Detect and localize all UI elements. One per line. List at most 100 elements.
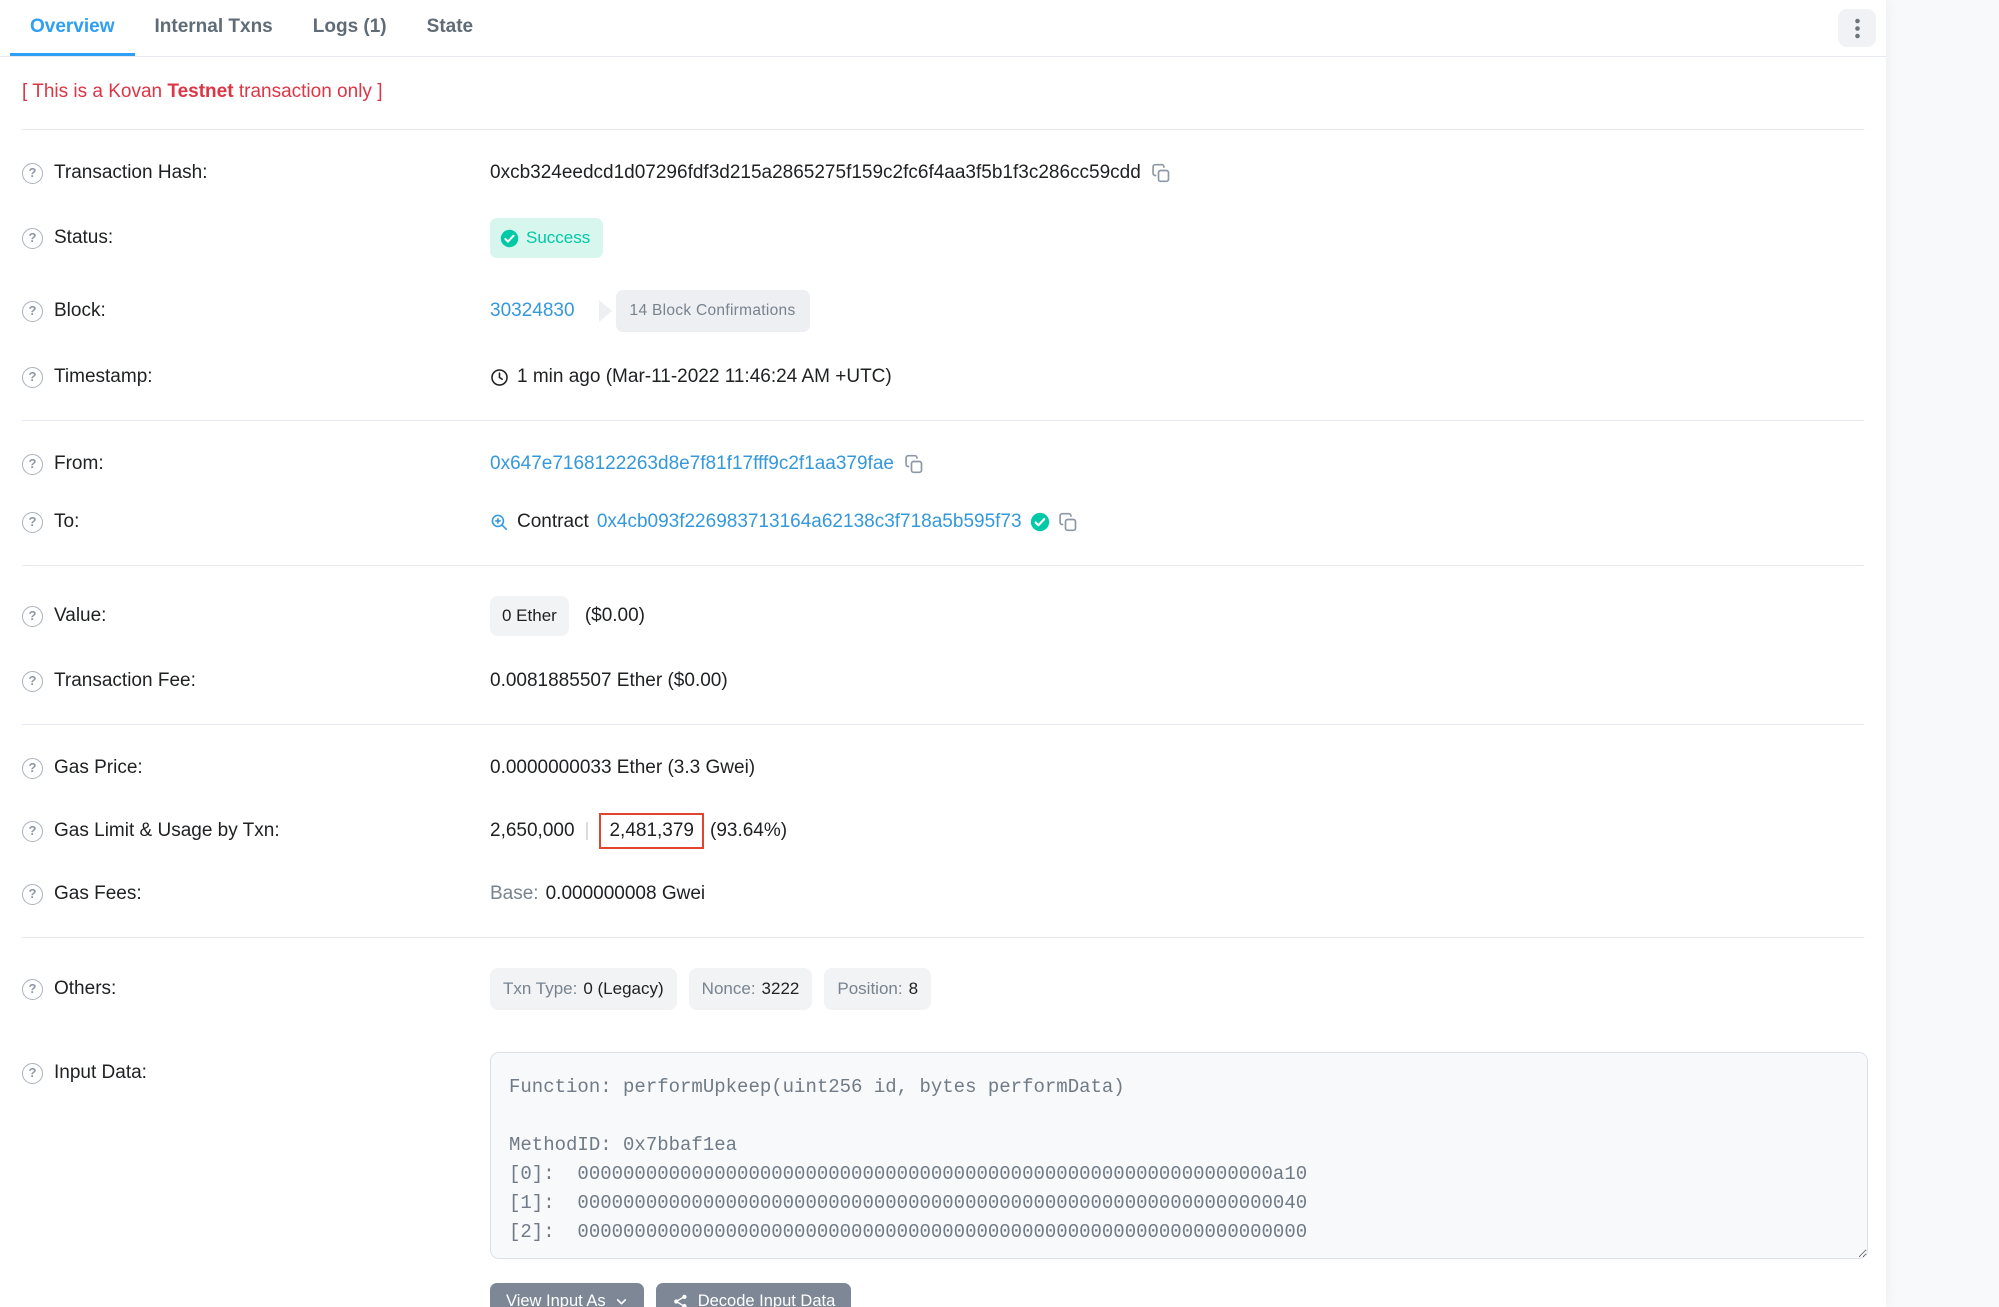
- tab-overview[interactable]: Overview: [10, 0, 135, 56]
- block-confirmations-badge: 14 Block Confirmations: [599, 290, 810, 332]
- gas-limit-value: 2,650,000: [490, 818, 575, 844]
- status-badge-text: Success: [526, 225, 590, 251]
- row-from: ? From: 0x647e7168122263d8e7f81f17fff9c2…: [22, 435, 1864, 493]
- tab-internal-txns-label: Internal Txns: [155, 16, 273, 38]
- transaction-hash-label: ? Transaction Hash:: [22, 160, 490, 186]
- magnifier-plus-icon[interactable]: [490, 513, 509, 532]
- help-icon[interactable]: ?: [22, 367, 43, 388]
- gas-fees-base-label: Base:: [490, 881, 539, 907]
- input-data-label-text: Input Data:: [54, 1060, 147, 1086]
- ether-value-pill: 0 Ether: [490, 596, 569, 636]
- value-usd: ($0.00): [585, 603, 645, 629]
- row-gas-limit: ? Gas Limit & Usage by Txn: 2,650,000 | …: [22, 797, 1864, 865]
- clock-icon: [490, 368, 509, 387]
- block-label-text: Block:: [54, 298, 106, 324]
- gas-limit-label-text: Gas Limit & Usage by Txn:: [54, 818, 280, 844]
- help-icon[interactable]: ?: [22, 979, 43, 1000]
- status-label: ? Status:: [22, 225, 490, 251]
- from-label-text: From:: [54, 451, 104, 477]
- input-data-label: ? Input Data:: [22, 1060, 490, 1086]
- help-icon[interactable]: ?: [22, 454, 43, 475]
- input-data-textarea[interactable]: Function: performUpkeep(uint256 id, byte…: [490, 1052, 1868, 1259]
- position-key: Position:: [837, 976, 902, 1002]
- help-icon[interactable]: ?: [22, 301, 43, 322]
- transaction-hash-label-text: Transaction Hash:: [54, 160, 207, 186]
- transaction-fee-label-text: Transaction Fee:: [54, 668, 196, 694]
- txn-type-key: Txn Type:: [503, 976, 577, 1002]
- transaction-fee-label: ? Transaction Fee:: [22, 668, 490, 694]
- row-others: ? Others: Txn Type:0 (Legacy) Nonce:3222…: [22, 952, 1864, 1026]
- status-label-text: Status:: [54, 225, 113, 251]
- help-icon[interactable]: ?: [22, 163, 43, 184]
- notice-bold: Testnet: [167, 81, 233, 102]
- to-address-link[interactable]: 0x4cb093f226983713164a62138c3f718a5b595f…: [597, 509, 1022, 535]
- help-icon[interactable]: ?: [22, 606, 43, 627]
- row-transaction-hash: ? Transaction Hash: 0xcb324eedcd1d07296f…: [22, 144, 1864, 202]
- help-icon[interactable]: ?: [22, 884, 43, 905]
- help-icon[interactable]: ?: [22, 512, 43, 533]
- block-number-link[interactable]: 30324830: [490, 298, 575, 324]
- gas-limit-separator: |: [585, 818, 590, 844]
- tab-overview-label: Overview: [30, 16, 115, 38]
- copy-icon: [1151, 163, 1171, 183]
- section-divider: [22, 937, 1864, 938]
- decode-input-data-button[interactable]: Decode Input Data: [656, 1283, 852, 1307]
- testnet-notice: [ This is a Kovan Testnet transaction on…: [0, 57, 1886, 129]
- tab-state[interactable]: State: [407, 0, 493, 56]
- gas-price-label-text: Gas Price:: [54, 755, 143, 781]
- help-icon[interactable]: ?: [22, 671, 43, 692]
- timestamp-value: 1 min ago (Mar-11-2022 11:46:24 AM +UTC): [517, 364, 892, 390]
- gas-used-highlight-box: 2,481,379: [599, 813, 704, 849]
- position-value: 8: [909, 976, 918, 1002]
- timestamp-label-text: Timestamp:: [54, 364, 153, 390]
- others-label-text: Others:: [54, 976, 116, 1002]
- copy-from-address-button[interactable]: [904, 454, 924, 474]
- help-icon[interactable]: ?: [22, 228, 43, 249]
- section-divider: [22, 420, 1864, 421]
- transaction-fee-value: 0.0081885507 Ether ($0.00): [490, 668, 728, 694]
- more-options-button[interactable]: [1838, 9, 1876, 47]
- tab-logs-label: Logs (1): [313, 16, 387, 38]
- row-block: ? Block: 30324830 14 Block Confirmations: [22, 274, 1864, 348]
- transaction-details-card: Overview Internal Txns Logs (1) State [ …: [0, 0, 1886, 1307]
- help-icon[interactable]: ?: [22, 758, 43, 779]
- value-label: ? Value:: [22, 603, 490, 629]
- input-data-actions: View Input As Decode Input Data: [490, 1283, 1868, 1307]
- nonce-pill: Nonce:3222: [689, 968, 813, 1010]
- tab-internal-txns[interactable]: Internal Txns: [135, 0, 293, 56]
- nonce-value: 3222: [762, 976, 800, 1002]
- txn-type-pill: Txn Type:0 (Legacy): [490, 968, 677, 1010]
- nonce-key: Nonce:: [702, 976, 756, 1002]
- chevron-down-icon: [615, 1295, 628, 1307]
- to-label: ? To:: [22, 509, 490, 535]
- decode-label: Decode Input Data: [698, 1292, 836, 1307]
- kebab-icon: [1855, 18, 1860, 39]
- help-icon[interactable]: ?: [22, 821, 43, 842]
- gas-limit-label: ? Gas Limit & Usage by Txn:: [22, 818, 490, 844]
- row-to: ? To: Contract 0x4cb093f226983713164a621…: [22, 493, 1864, 551]
- view-input-as-label: View Input As: [506, 1292, 606, 1307]
- tab-bar: Overview Internal Txns Logs (1) State: [0, 0, 1886, 57]
- transaction-hash-value: 0xcb324eedcd1d07296fdf3d215a2865275f159c…: [490, 160, 1141, 186]
- row-status: ? Status: Success: [22, 202, 1864, 274]
- gas-used-percent: (93.64%): [710, 818, 787, 844]
- view-input-as-button[interactable]: View Input As: [490, 1283, 644, 1307]
- section-divider: [22, 565, 1864, 566]
- verified-check-icon: [1030, 512, 1050, 532]
- row-gas-fees: ? Gas Fees: Base: 0.000000008 Gwei: [22, 865, 1864, 923]
- help-icon[interactable]: ?: [22, 1063, 43, 1084]
- txn-type-value: 0 (Legacy): [583, 976, 663, 1002]
- gas-price-value: 0.0000000033 Ether (3.3 Gwei): [490, 755, 755, 781]
- copy-to-address-button[interactable]: [1058, 512, 1078, 532]
- gas-fees-label: ? Gas Fees:: [22, 881, 490, 907]
- copy-hash-button[interactable]: [1151, 163, 1171, 183]
- timestamp-label: ? Timestamp:: [22, 364, 490, 390]
- gas-fees-base-value: 0.000000008 Gwei: [546, 881, 706, 907]
- check-circle-icon: [500, 229, 519, 248]
- gas-fees-label-text: Gas Fees:: [54, 881, 142, 907]
- row-gas-price: ? Gas Price: 0.0000000033 Ether (3.3 Gwe…: [22, 739, 1864, 797]
- row-value: ? Value: 0 Ether ($0.00): [22, 580, 1864, 652]
- tab-logs[interactable]: Logs (1): [293, 0, 407, 56]
- copy-icon: [904, 454, 924, 474]
- from-address-link[interactable]: 0x647e7168122263d8e7f81f17fff9c2f1aa379f…: [490, 451, 894, 477]
